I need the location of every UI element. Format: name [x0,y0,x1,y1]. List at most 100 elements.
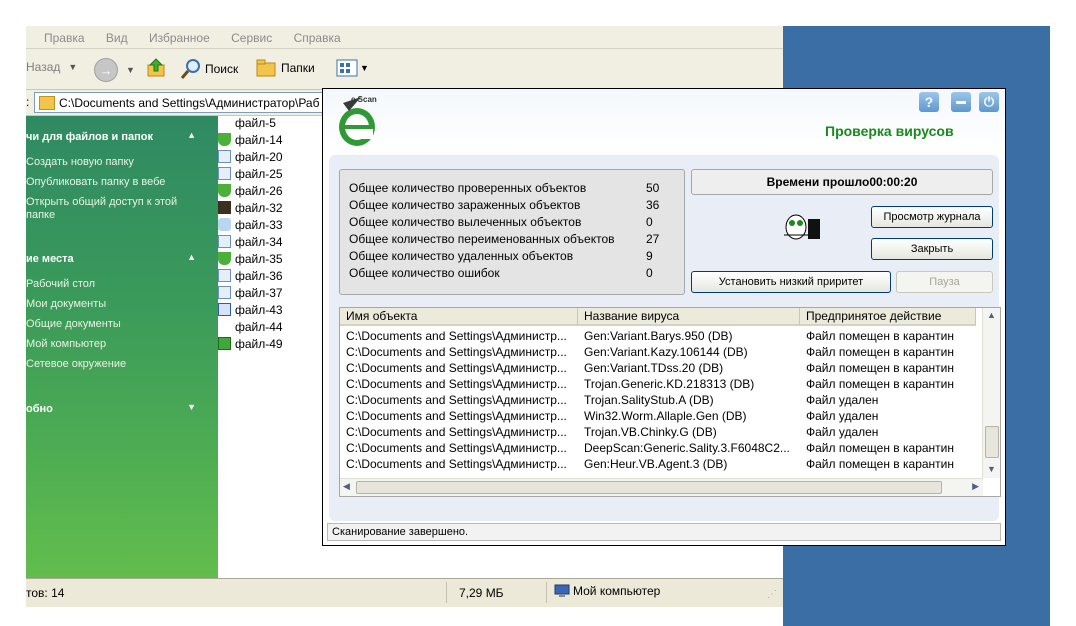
search-icon [180,59,200,79]
close-button[interactable]: Закрыть [871,238,993,260]
app-icon [218,269,231,282]
resize-grip-icon[interactable]: ⋰ [767,589,777,600]
file-item[interactable]: файл-25 [218,165,283,182]
cell-object: C:\Documents and Settings\Администр... [346,393,567,407]
app-icon [218,286,231,299]
details-header[interactable]: обно ▼ [26,398,218,420]
expand-chevron-icon[interactable]: ▼ [187,402,196,412]
views-button[interactable]: ▼ [336,59,369,77]
scroll-right-arrow-icon[interactable]: ▶ [972,481,979,492]
file-name: файл-26 [235,183,283,198]
file-item[interactable]: файл-32 [218,199,283,216]
status-location: Мой компьютер [554,584,660,598]
file-item[interactable]: файл-43 [218,301,283,318]
file-name: файл-37 [235,285,283,300]
menu-favorites[interactable]: Избранное [149,31,210,45]
power-button[interactable]: ⏻ [979,92,999,112]
stat-value: 9 [646,249,653,263]
dropdown-arrow-icon[interactable]: ▼ [68,62,77,72]
column-header-action[interactable]: Предпринятое действие [800,308,976,326]
toolbar: Назад ▼ → ▼ Поиск Папки ▼ [26,49,783,90]
collapse-chevron-icon[interactable]: ▲ [187,130,196,140]
search-button[interactable]: Поиск [180,58,238,80]
menu-edit[interactable]: Правка [44,31,85,45]
menu-bar: Правка Вид Избранное Сервис Справка [26,26,783,49]
menu-tools[interactable]: Сервис [231,31,272,45]
file-item[interactable]: файл-14 [218,131,283,148]
scroll-left-arrow-icon[interactable]: ◀ [343,481,350,492]
vertical-scrollbar[interactable]: ▲ ▼ [982,308,1000,478]
folders-button[interactable]: Папки [256,58,315,78]
folder-up-icon [147,58,165,77]
low-priority-button[interactable]: Установить низкий приритет [691,271,891,293]
file-item[interactable]: файл-33 [218,216,283,233]
file-name: файл-25 [235,166,283,181]
task-share-folder[interactable]: Открыть общий доступ к этой [26,196,177,208]
shield-icon [218,133,231,146]
menu-help[interactable]: Справка [294,31,341,45]
forward-arrow-icon: → [94,58,118,82]
table-row[interactable]: C:\Documents and Settings\Администр... Tr… [340,424,976,440]
stat-label: Общее количество зараженных объектов [349,198,581,212]
file-item[interactable]: файл-34 [218,233,283,250]
cell-virus: Win32.Worm.Allaple.Gen (DB) [584,409,747,423]
cell-action: Файл помещен в карантин [806,457,955,471]
task-share-folder-cont[interactable]: папке [26,209,55,221]
place-shared-documents[interactable]: Общие документы [26,318,121,330]
table-row[interactable]: C:\Documents and Settings\Администр... Ge… [340,328,976,344]
menu-view[interactable]: Вид [106,31,128,45]
dropdown-arrow-icon[interactable]: ▼ [360,63,369,73]
table-row[interactable]: C:\Documents and Settings\Администр... De… [340,440,976,456]
table-row[interactable]: C:\Documents and Settings\Администр... Ge… [340,344,976,360]
scroll-up-arrow-icon[interactable]: ▲ [987,310,996,320]
stat-value: 50 [646,181,660,195]
table-row[interactable]: C:\Documents and Settings\Администр... Ge… [340,456,976,472]
file-item[interactable]: файл-20 [218,148,283,165]
status-divider [446,582,447,603]
scroll-down-arrow-icon[interactable]: ▼ [987,464,996,474]
back-button[interactable]: Назад ▼ [26,60,77,74]
minimize-button[interactable] [951,92,971,112]
task-new-folder[interactable]: Создать новую папку [26,156,134,168]
file-item[interactable]: файл-5 [218,114,276,131]
other-places-header[interactable]: ие места ▲ [26,248,218,270]
up-folder-button[interactable] [146,57,168,79]
cell-object: C:\Documents and Settings\Администр... [346,441,567,455]
collapse-chevron-icon[interactable]: ▲ [187,252,196,262]
place-my-computer[interactable]: Мой компьютер [26,338,106,350]
view-log-button[interactable]: Просмотр журнала [871,206,993,228]
status-location-label: Мой компьютер [573,584,661,598]
pause-button[interactable]: Пауза [896,271,993,293]
cell-virus: Gen:Variant.Barys.950 (DB) [584,329,733,343]
stat-label: Общее количество ошибок [349,266,500,280]
cell-action: Файл помещен в карантин [806,361,955,375]
file-item[interactable]: файл-44 [218,318,283,335]
scroll-thumb[interactable] [356,481,942,494]
column-header-virus[interactable]: Название вируса [578,308,800,326]
place-my-documents[interactable]: Мои документы [26,298,106,310]
place-network[interactable]: Сетевое окружение [26,358,126,370]
forward-button[interactable]: → ▼ [94,58,135,82]
cell-virus: Trojan.SalityStub.A (DB) [584,393,714,407]
other-places-title: ие места [26,253,74,265]
file-item[interactable]: файл-36 [218,267,283,284]
file-name: файл-44 [235,319,283,334]
task-publish-folder[interactable]: Опубликовать папку в вебе [26,176,165,188]
file-item[interactable]: файл-35 [218,250,283,267]
file-item[interactable]: файл-26 [218,182,283,199]
horizontal-scrollbar[interactable]: ◀ ▶ [340,478,983,496]
scroll-thumb[interactable] [985,426,999,458]
dropdown-arrow-icon[interactable]: ▼ [126,65,135,75]
help-button[interactable]: ? [919,92,939,112]
file-item[interactable]: файл-49 [218,335,283,352]
table-row[interactable]: C:\Documents and Settings\Администр... Ge… [340,360,976,376]
file-tasks-header[interactable]: чи для файлов и папок ▲ [26,126,218,148]
folders-label: Папки [281,61,315,75]
table-row[interactable]: C:\Documents and Settings\Администр... Tr… [340,392,976,408]
file-item[interactable]: файл-37 [218,284,283,301]
table-row[interactable]: C:\Documents and Settings\Администр... Tr… [340,376,976,392]
file-name: файл-20 [235,149,283,164]
column-header-object[interactable]: Имя объекта [340,308,578,326]
place-desktop[interactable]: Рабочий стол [26,278,95,290]
table-row[interactable]: C:\Documents and Settings\Администр... Wi… [340,408,976,424]
